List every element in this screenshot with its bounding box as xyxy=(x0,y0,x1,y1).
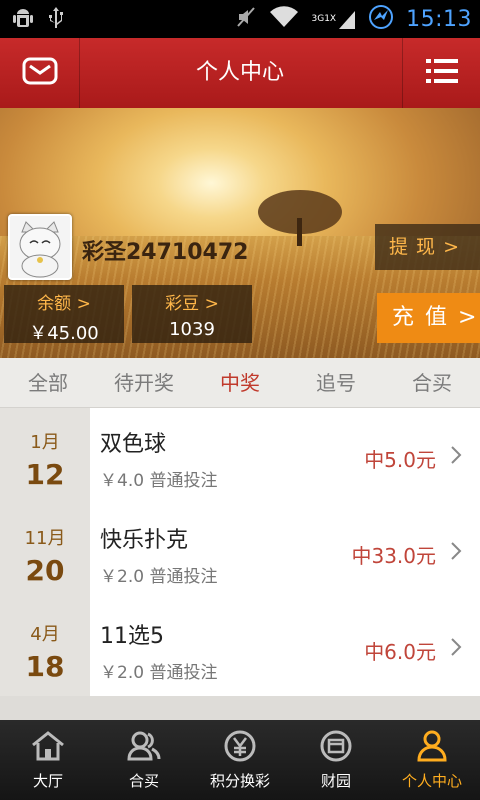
chevron-right-icon xyxy=(450,540,462,566)
status-bar: 3G1X 15:13 xyxy=(0,0,480,38)
avatar[interactable] xyxy=(8,214,72,280)
nav-label: 合买 xyxy=(128,772,159,790)
bet-detail: ￥2.0 普通投注 xyxy=(100,663,218,683)
lucky-cat-icon xyxy=(19,221,61,278)
nav-label: 积分换彩 xyxy=(209,772,270,790)
sync-icon xyxy=(368,4,394,34)
username: 彩圣24710472 xyxy=(82,240,249,265)
wifi-icon xyxy=(269,6,299,32)
beans-value: 1039 xyxy=(169,319,215,340)
balance-card[interactable]: 余额 > ￥45.00 xyxy=(4,285,124,344)
bet-detail: ￥2.0 普通投注 xyxy=(100,567,218,587)
tab-pending[interactable]: 待开奖 xyxy=(96,358,192,407)
record-month: 11月 xyxy=(24,528,66,549)
records-list: 1月 12 双色球 ￥4.0 普通投注 中5.0元 11月 20 快乐扑克 ￥2… xyxy=(0,408,480,696)
signal-icon: 3G1X xyxy=(311,8,356,30)
menu-icon xyxy=(424,56,460,90)
balance-label: 余额 > xyxy=(37,294,91,314)
beans-label: 彩豆 > xyxy=(165,294,219,314)
nav-points-exchange[interactable]: 积分换彩 xyxy=(192,720,288,800)
prize-amount: 中6.0元 xyxy=(364,640,436,664)
nav-label: 个人中心 xyxy=(401,772,462,790)
tab-won[interactable]: 中奖 xyxy=(192,358,288,407)
prize-amount: 中33.0元 xyxy=(351,544,436,568)
screen: 3G1X 15:13 个人中心 彩圣24710472 提 现 > 充 值 > 余… xyxy=(0,0,480,800)
chevron-right-icon xyxy=(450,444,462,470)
record-day: 12 xyxy=(25,458,65,491)
record-day: 18 xyxy=(25,650,65,683)
nav-label: 大厅 xyxy=(32,772,63,790)
list-item[interactable]: 11月 20 快乐扑克 ￥2.0 普通投注 中33.0元 xyxy=(0,504,480,600)
record-month: 4月 xyxy=(30,624,60,645)
tree-illustration xyxy=(258,190,342,246)
prize-amount: 中5.0元 xyxy=(364,448,436,472)
mute-icon xyxy=(235,6,257,32)
date-cell: 4月 18 xyxy=(0,600,90,696)
status-time: 15:13 xyxy=(406,6,472,32)
bottom-nav: 大厅 合买 积分换彩 财园 个人中心 xyxy=(0,720,480,800)
tab-group-buy[interactable]: 合买 xyxy=(384,358,480,407)
recharge-button[interactable]: 充 值 > xyxy=(377,293,480,343)
wallet-icon xyxy=(318,730,354,766)
list-item[interactable]: 4月 18 11选5 ￥2.0 普通投注 中6.0元 xyxy=(0,600,480,696)
profile-banner: 彩圣24710472 提 现 > 充 值 > 余额 > ￥45.00 彩豆 > … xyxy=(0,108,480,358)
record-tabs: 全部 待开奖 中奖 追号 合买 xyxy=(0,358,480,408)
record-month: 1月 xyxy=(30,432,60,453)
record-body: 快乐扑克 ￥2.0 普通投注 中33.0元 xyxy=(90,504,480,600)
home-icon xyxy=(30,731,66,766)
android-debug-icon xyxy=(12,6,34,34)
tab-chase[interactable]: 追号 xyxy=(288,358,384,407)
nav-profile[interactable]: 个人中心 xyxy=(384,720,480,800)
record-body: 11选5 ￥2.0 普通投注 中6.0元 xyxy=(90,600,480,696)
menu-button[interactable] xyxy=(402,38,480,108)
lottery-name: 快乐扑克 xyxy=(100,528,189,553)
date-cell: 11月 20 xyxy=(0,504,90,600)
nav-finance[interactable]: 财园 xyxy=(288,720,384,800)
beans-card[interactable]: 彩豆 > 1039 xyxy=(132,285,252,343)
nav-group-buy[interactable]: 合买 xyxy=(96,720,192,800)
balance-value: ￥45.00 xyxy=(29,323,99,344)
yen-icon xyxy=(222,730,258,766)
user-icon xyxy=(414,730,450,766)
nav-lobby[interactable]: 大厅 xyxy=(0,720,96,800)
group-buy-icon xyxy=(126,731,162,766)
record-body: 双色球 ￥4.0 普通投注 中5.0元 xyxy=(90,408,480,504)
bet-detail: ￥4.0 普通投注 xyxy=(100,471,218,491)
lottery-name: 11选5 xyxy=(100,624,164,649)
date-cell: 1月 12 xyxy=(0,408,90,504)
record-day: 20 xyxy=(25,554,65,587)
usb-icon xyxy=(48,6,64,34)
withdraw-button[interactable]: 提 现 > xyxy=(375,224,480,270)
tab-all[interactable]: 全部 xyxy=(0,358,96,407)
lottery-name: 双色球 xyxy=(100,432,167,457)
header: 个人中心 xyxy=(0,38,480,108)
nav-label: 财园 xyxy=(320,772,351,790)
chevron-right-icon xyxy=(450,636,462,662)
list-item[interactable]: 1月 12 双色球 ￥4.0 普通投注 中5.0元 xyxy=(0,408,480,504)
